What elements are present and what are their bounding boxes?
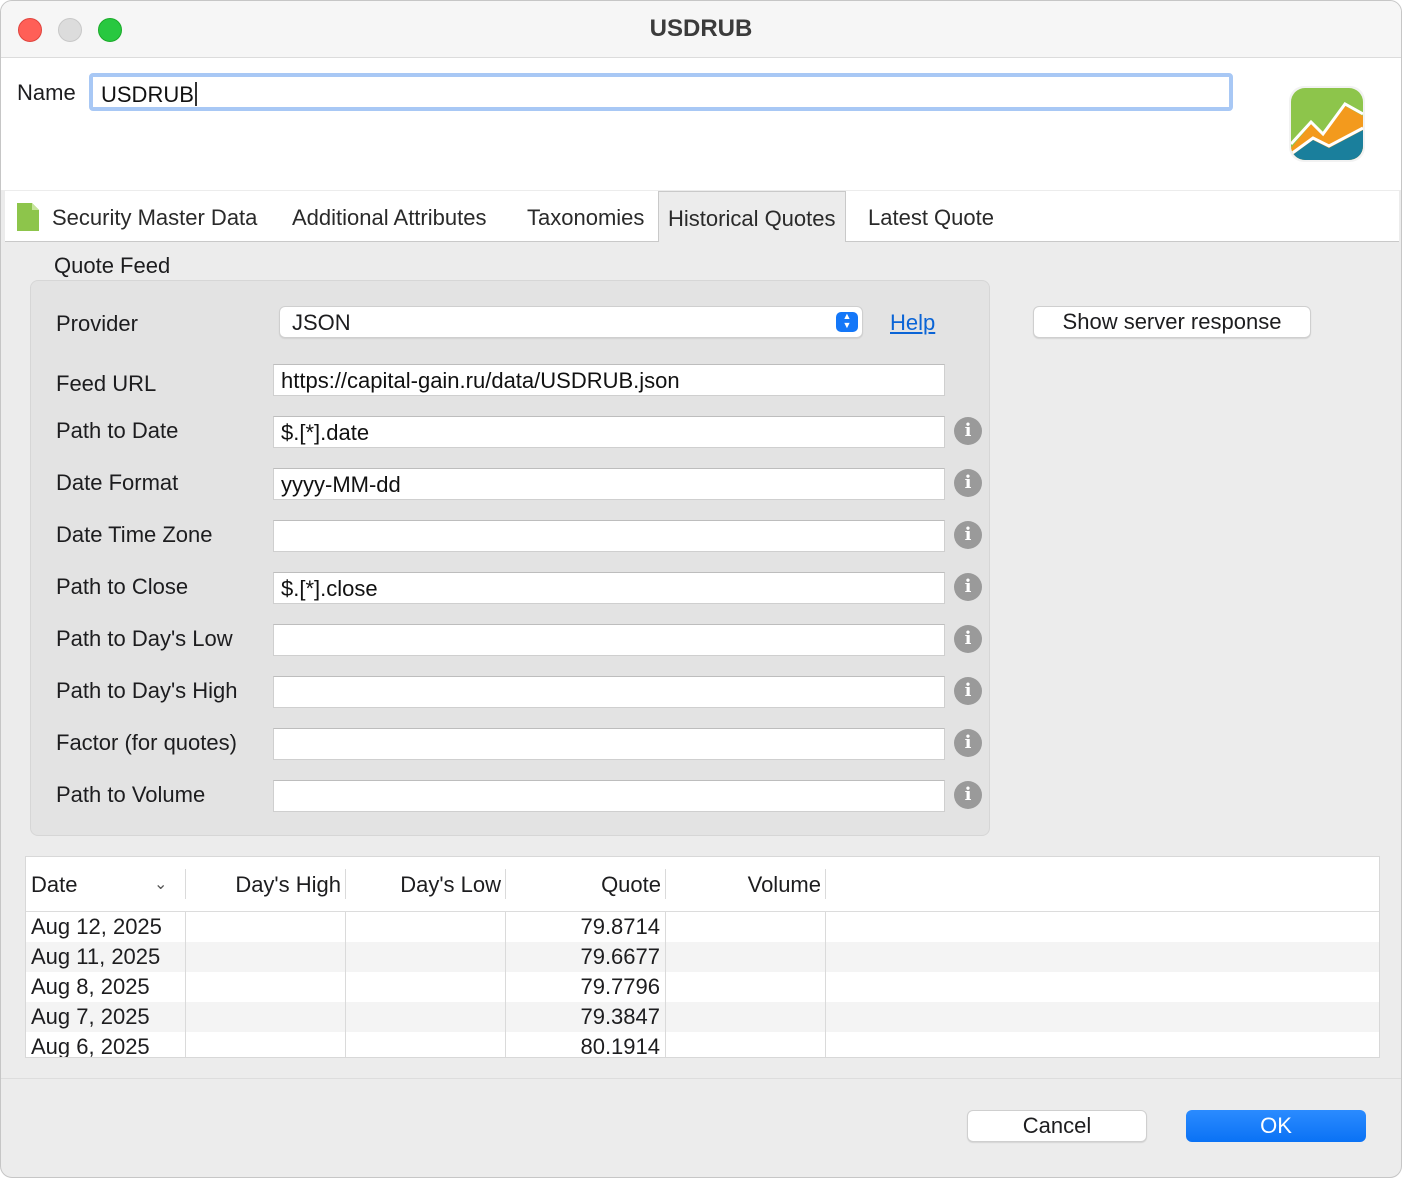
tab-bar: Security Master Data Additional Attribut… — [5, 191, 1399, 242]
provider-select[interactable]: JSON ▲ ▼ — [279, 306, 863, 338]
text-caret — [194, 82, 197, 106]
column-divider — [825, 912, 826, 1057]
column-header-quote[interactable]: Quote — [506, 869, 666, 899]
tab-latest-quote[interactable]: Latest Quote — [868, 191, 994, 241]
path-to-days-low-input[interactable] — [273, 624, 945, 656]
path-to-days-low-label: Path to Day's Low — [56, 626, 233, 651]
show-server-response-button[interactable]: Show server response — [1033, 306, 1311, 338]
column-header-volume[interactable]: Volume — [666, 869, 826, 899]
info-icon[interactable]: i — [954, 417, 982, 445]
path-to-date-input[interactable]: $.[*].date — [273, 416, 945, 448]
document-icon — [17, 203, 39, 231]
cell-quote: 79.8714 — [580, 914, 660, 939]
cell-date: Aug 11, 2025 — [31, 944, 161, 969]
name-area: Name USDRUB — [1, 58, 1401, 190]
cell-quote: 79.7796 — [580, 974, 660, 999]
chevron-down-icon: ⌄ — [154, 876, 168, 893]
footer-divider — [1, 1078, 1401, 1079]
column-header-date[interactable]: Date ⌄ — [26, 869, 186, 899]
cell-date: Aug 6, 2025 — [31, 1034, 150, 1058]
column-header-date-label: Date — [31, 872, 78, 897]
cell-quote: 79.3847 — [580, 1004, 660, 1029]
path-to-days-high-input[interactable] — [273, 676, 945, 708]
table-row[interactable]: Aug 12, 2025 79.8714 — [26, 912, 1379, 942]
tab-taxonomies[interactable]: Taxonomies — [527, 191, 644, 241]
path-to-date-label: Path to Date — [56, 418, 179, 443]
cell-date: Aug 8, 2025 — [31, 974, 150, 999]
date-time-zone-label: Date Time Zone — [56, 522, 213, 547]
name-label: Name — [17, 80, 76, 105]
table-row[interactable]: Aug 11, 2025 79.6677 — [26, 942, 1379, 972]
info-icon[interactable]: i — [954, 781, 982, 809]
info-icon[interactable]: i — [954, 625, 982, 653]
app-logo-icon — [1289, 86, 1365, 162]
ok-button[interactable]: OK — [1186, 1110, 1366, 1142]
column-header-days-low[interactable]: Day's Low — [346, 869, 506, 899]
info-icon[interactable]: i — [954, 677, 982, 705]
quote-feed-label: Quote Feed — [54, 253, 171, 278]
factor-label: Factor (for quotes) — [56, 730, 237, 755]
window-title: USDRUB — [649, 15, 753, 42]
provider-select-value: JSON — [292, 310, 351, 335]
column-divider — [345, 912, 346, 1057]
path-to-days-high-label: Path to Day's High — [56, 678, 238, 703]
name-input-value: USDRUB — [101, 82, 194, 107]
date-format-input[interactable]: yyyy-MM-dd — [273, 468, 945, 500]
feed-url-label: Feed URL — [56, 371, 157, 396]
factor-input[interactable] — [273, 728, 945, 760]
cell-date: Aug 12, 2025 — [31, 914, 162, 939]
column-divider — [505, 912, 506, 1057]
chevron-up-down-icon: ▲ ▼ — [836, 312, 858, 332]
tab-additional-attributes[interactable]: Additional Attributes — [292, 191, 486, 241]
cell-quote: 80.1914 — [580, 1034, 660, 1058]
title-bar: USDRUB — [1, 1, 1401, 58]
info-icon[interactable]: i — [954, 573, 982, 601]
provider-label: Provider — [56, 311, 138, 336]
column-header-days-high[interactable]: Day's High — [186, 869, 346, 899]
path-to-volume-input[interactable] — [273, 780, 945, 812]
tab-security-master-data[interactable]: Security Master Data — [52, 191, 257, 241]
info-icon[interactable]: i — [954, 729, 982, 757]
column-divider — [665, 912, 666, 1057]
quotes-table: Date ⌄ Day's High Day's Low Quote Volume… — [25, 856, 1380, 1058]
date-time-zone-input[interactable] — [273, 520, 945, 552]
tab-historical-quotes[interactable]: Historical Quotes — [658, 191, 846, 242]
column-divider — [185, 912, 186, 1057]
table-row[interactable]: Aug 6, 2025 80.1914 — [26, 1032, 1379, 1058]
table-row[interactable]: Aug 7, 2025 79.3847 — [26, 1002, 1379, 1032]
table-header: Date ⌄ Day's High Day's Low Quote Volume — [26, 857, 1379, 912]
name-input[interactable]: USDRUB — [89, 73, 1233, 111]
date-format-label: Date Format — [56, 470, 179, 495]
path-to-close-label: Path to Close — [56, 574, 189, 599]
path-to-close-input[interactable]: $.[*].close — [273, 572, 945, 604]
cell-quote: 79.6677 — [580, 944, 660, 969]
info-icon[interactable]: i — [954, 521, 982, 549]
cancel-button[interactable]: Cancel — [967, 1110, 1147, 1142]
cell-date: Aug 7, 2025 — [31, 1004, 150, 1029]
feed-url-input[interactable]: https://capital-gain.ru/data/USDRUB.json — [273, 364, 945, 396]
path-to-volume-label: Path to Volume — [56, 782, 206, 807]
help-link[interactable]: Help — [890, 310, 935, 336]
table-row[interactable]: Aug 8, 2025 79.7796 — [26, 972, 1379, 1002]
info-icon[interactable]: i — [954, 469, 982, 497]
dialog-window: USDRUB Name USDRUB Security Master Data … — [0, 0, 1402, 1178]
